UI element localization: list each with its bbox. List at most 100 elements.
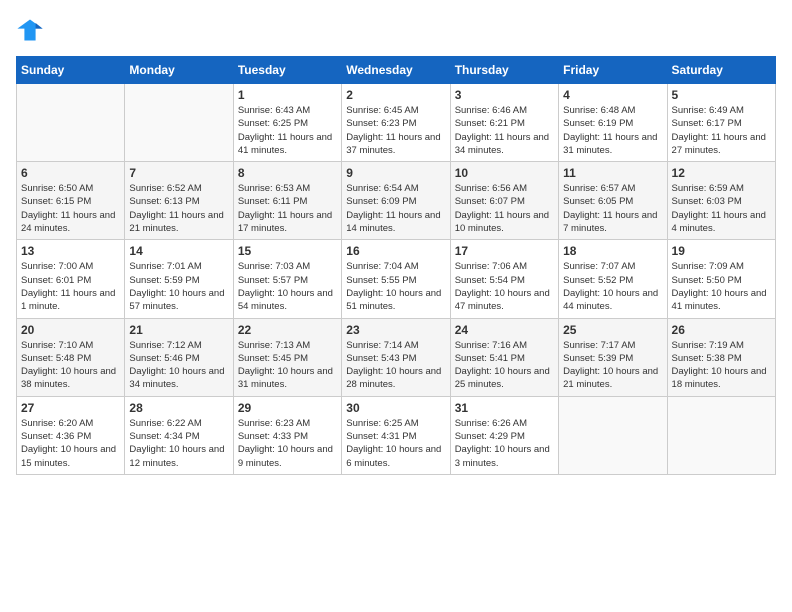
- day-info: Sunrise: 6:22 AM Sunset: 4:34 PM Dayligh…: [129, 417, 228, 470]
- calendar-week-4: 20Sunrise: 7:10 AM Sunset: 5:48 PM Dayli…: [17, 318, 776, 396]
- day-info: Sunrise: 6:50 AM Sunset: 6:15 PM Dayligh…: [21, 182, 120, 235]
- calendar-cell: 4 Sunrise: 6:48 AM Sunset: 6:19 PM Daylig…: [559, 84, 667, 162]
- day-info: Sunrise: 6:49 AM Sunset: 6:17 PM Dayligh…: [672, 104, 771, 157]
- calendar-cell: 28 Sunrise: 6:22 AM Sunset: 4:34 PM Dayli…: [125, 396, 233, 474]
- calendar-cell: 26 Sunrise: 7:19 AM Sunset: 5:38 PM Dayli…: [667, 318, 775, 396]
- day-info: Sunrise: 6:53 AM Sunset: 6:11 PM Dayligh…: [238, 182, 337, 235]
- day-info: Sunrise: 6:56 AM Sunset: 6:07 PM Dayligh…: [455, 182, 554, 235]
- calendar-cell: 5 Sunrise: 6:49 AM Sunset: 6:17 PM Daylig…: [667, 84, 775, 162]
- day-number: 12: [672, 166, 771, 180]
- day-number: 19: [672, 244, 771, 258]
- calendar-cell: 10 Sunrise: 6:56 AM Sunset: 6:07 PM Dayli…: [450, 162, 558, 240]
- day-number: 31: [455, 401, 554, 415]
- day-info: Sunrise: 6:46 AM Sunset: 6:21 PM Dayligh…: [455, 104, 554, 157]
- calendar-cell: 31 Sunrise: 6:26 AM Sunset: 4:29 PM Dayli…: [450, 396, 558, 474]
- day-info: Sunrise: 7:14 AM Sunset: 5:43 PM Dayligh…: [346, 339, 445, 392]
- weekday-header-wednesday: Wednesday: [342, 57, 450, 84]
- day-info: Sunrise: 7:07 AM Sunset: 5:52 PM Dayligh…: [563, 260, 662, 313]
- calendar-cell: 20Sunrise: 7:10 AM Sunset: 5:48 PM Dayli…: [17, 318, 125, 396]
- day-info: Sunrise: 6:20 AM Sunset: 4:36 PM Dayligh…: [21, 417, 120, 470]
- day-number: 9: [346, 166, 445, 180]
- day-number: 4: [563, 88, 662, 102]
- calendar-cell: 21 Sunrise: 7:12 AM Sunset: 5:46 PM Dayli…: [125, 318, 233, 396]
- day-number: 1: [238, 88, 337, 102]
- calendar-cell: 19 Sunrise: 7:09 AM Sunset: 5:50 PM Dayli…: [667, 240, 775, 318]
- day-number: 23: [346, 323, 445, 337]
- day-info: Sunrise: 6:23 AM Sunset: 4:33 PM Dayligh…: [238, 417, 337, 470]
- calendar-cell: 13 Sunrise: 7:00 AM Sunset: 6:01 PM Dayli…: [17, 240, 125, 318]
- calendar-cell: 16 Sunrise: 7:04 AM Sunset: 5:55 PM Dayli…: [342, 240, 450, 318]
- day-info: Sunrise: 7:13 AM Sunset: 5:45 PM Dayligh…: [238, 339, 337, 392]
- day-number: 21: [129, 323, 228, 337]
- day-info: Sunrise: 7:04 AM Sunset: 5:55 PM Dayligh…: [346, 260, 445, 313]
- day-number: 3: [455, 88, 554, 102]
- day-info: Sunrise: 6:26 AM Sunset: 4:29 PM Dayligh…: [455, 417, 554, 470]
- day-number: 16: [346, 244, 445, 258]
- day-number: 5: [672, 88, 771, 102]
- day-info: Sunrise: 6:43 AM Sunset: 6:25 PM Dayligh…: [238, 104, 337, 157]
- logo: [16, 16, 48, 44]
- calendar-table: SundayMondayTuesdayWednesdayThursdayFrid…: [16, 56, 776, 475]
- calendar-cell: 24 Sunrise: 7:16 AM Sunset: 5:41 PM Dayli…: [450, 318, 558, 396]
- calendar-cell: 27 Sunrise: 6:20 AM Sunset: 4:36 PM Dayli…: [17, 396, 125, 474]
- calendar-cell: 12 Sunrise: 6:59 AM Sunset: 6:03 PM Dayli…: [667, 162, 775, 240]
- day-info: Sunrise: 7:12 AM Sunset: 5:46 PM Dayligh…: [129, 339, 228, 392]
- calendar-cell: 29Sunrise: 6:23 AM Sunset: 4:33 PM Dayli…: [233, 396, 341, 474]
- calendar-cell: 8 Sunrise: 6:53 AM Sunset: 6:11 PM Daylig…: [233, 162, 341, 240]
- calendar-cell: 22Sunrise: 7:13 AM Sunset: 5:45 PM Dayli…: [233, 318, 341, 396]
- day-number: 11: [563, 166, 662, 180]
- weekday-header-sunday: Sunday: [17, 57, 125, 84]
- day-number: 14: [129, 244, 228, 258]
- calendar-cell: 6Sunrise: 6:50 AM Sunset: 6:15 PM Daylig…: [17, 162, 125, 240]
- day-info: Sunrise: 7:10 AM Sunset: 5:48 PM Dayligh…: [21, 339, 120, 392]
- day-number: 27: [21, 401, 120, 415]
- calendar-cell: [17, 84, 125, 162]
- calendar-cell: 17 Sunrise: 7:06 AM Sunset: 5:54 PM Dayli…: [450, 240, 558, 318]
- day-number: 18: [563, 244, 662, 258]
- day-info: Sunrise: 7:09 AM Sunset: 5:50 PM Dayligh…: [672, 260, 771, 313]
- day-info: Sunrise: 7:16 AM Sunset: 5:41 PM Dayligh…: [455, 339, 554, 392]
- calendar-cell: 25 Sunrise: 7:17 AM Sunset: 5:39 PM Dayli…: [559, 318, 667, 396]
- page-header: [16, 16, 776, 44]
- day-info: Sunrise: 7:17 AM Sunset: 5:39 PM Dayligh…: [563, 339, 662, 392]
- calendar-cell: 15 Sunrise: 7:03 AM Sunset: 5:57 PM Dayli…: [233, 240, 341, 318]
- weekday-header-thursday: Thursday: [450, 57, 558, 84]
- calendar-cell: [559, 396, 667, 474]
- day-info: Sunrise: 7:06 AM Sunset: 5:54 PM Dayligh…: [455, 260, 554, 313]
- weekday-header-saturday: Saturday: [667, 57, 775, 84]
- calendar-cell: 18 Sunrise: 7:07 AM Sunset: 5:52 PM Dayli…: [559, 240, 667, 318]
- day-info: Sunrise: 7:03 AM Sunset: 5:57 PM Dayligh…: [238, 260, 337, 313]
- day-number: 13: [21, 244, 120, 258]
- calendar-week-5: 27 Sunrise: 6:20 AM Sunset: 4:36 PM Dayli…: [17, 396, 776, 474]
- day-number: 28: [129, 401, 228, 415]
- day-info: Sunrise: 6:45 AM Sunset: 6:23 PM Dayligh…: [346, 104, 445, 157]
- weekday-header-tuesday: Tuesday: [233, 57, 341, 84]
- day-number: 15: [238, 244, 337, 258]
- day-number: 10: [455, 166, 554, 180]
- day-info: Sunrise: 7:00 AM Sunset: 6:01 PM Dayligh…: [21, 260, 120, 313]
- day-info: Sunrise: 6:52 AM Sunset: 6:13 PM Dayligh…: [129, 182, 228, 235]
- day-number: 26: [672, 323, 771, 337]
- logo-icon: [16, 16, 44, 44]
- calendar-week-1: 1 Sunrise: 6:43 AM Sunset: 6:25 PM Daylig…: [17, 84, 776, 162]
- day-number: 25: [563, 323, 662, 337]
- day-info: Sunrise: 7:19 AM Sunset: 5:38 PM Dayligh…: [672, 339, 771, 392]
- calendar-cell: 30Sunrise: 6:25 AM Sunset: 4:31 PM Dayli…: [342, 396, 450, 474]
- day-info: Sunrise: 6:48 AM Sunset: 6:19 PM Dayligh…: [563, 104, 662, 157]
- day-number: 30: [346, 401, 445, 415]
- weekday-header-friday: Friday: [559, 57, 667, 84]
- day-number: 7: [129, 166, 228, 180]
- day-info: Sunrise: 6:57 AM Sunset: 6:05 PM Dayligh…: [563, 182, 662, 235]
- day-number: 24: [455, 323, 554, 337]
- calendar-cell: 9Sunrise: 6:54 AM Sunset: 6:09 PM Daylig…: [342, 162, 450, 240]
- day-info: Sunrise: 7:01 AM Sunset: 5:59 PM Dayligh…: [129, 260, 228, 313]
- day-number: 17: [455, 244, 554, 258]
- day-info: Sunrise: 6:59 AM Sunset: 6:03 PM Dayligh…: [672, 182, 771, 235]
- calendar-week-3: 13 Sunrise: 7:00 AM Sunset: 6:01 PM Dayli…: [17, 240, 776, 318]
- calendar-cell: 2 Sunrise: 6:45 AM Sunset: 6:23 PM Daylig…: [342, 84, 450, 162]
- calendar-cell: 7 Sunrise: 6:52 AM Sunset: 6:13 PM Daylig…: [125, 162, 233, 240]
- day-number: 8: [238, 166, 337, 180]
- calendar-cell: 14 Sunrise: 7:01 AM Sunset: 5:59 PM Dayli…: [125, 240, 233, 318]
- calendar-week-2: 6Sunrise: 6:50 AM Sunset: 6:15 PM Daylig…: [17, 162, 776, 240]
- day-number: 2: [346, 88, 445, 102]
